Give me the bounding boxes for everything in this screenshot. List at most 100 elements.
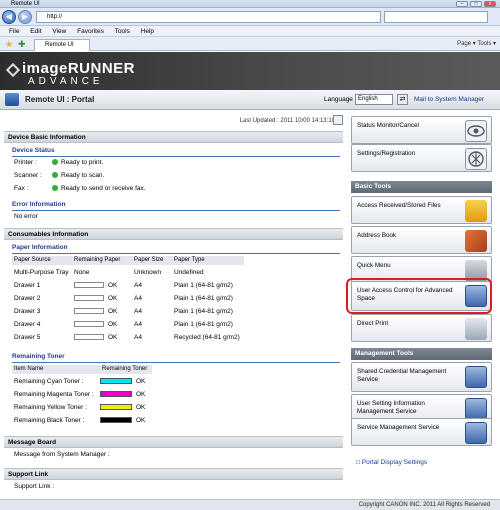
col-paper-size: Paper Size [134,257,164,263]
close-button[interactable]: x [484,1,496,7]
paper-level-bar [74,282,104,288]
status-monitor-button[interactable]: Status Monitor/Cancel [351,116,492,144]
status-scanner: Ready to scan. [52,172,104,180]
address-book-button[interactable]: Address Book [351,226,492,254]
status-label-scanner: Scanner : [14,172,42,179]
main-content: Last Updated : 2011 10/00 14:13:10 Devic… [4,112,343,505]
refresh-button[interactable] [333,115,343,125]
favorites-star-icon[interactable]: ★ [5,39,13,50]
paper-type: Plain 1 (64-81 g/m2) [174,295,233,302]
window-title: Remote UI [11,1,40,7]
service-management-button[interactable]: Service Management Service [351,418,492,446]
col-remaining-paper: Remaining Paper [74,257,121,263]
portal-header: Remote UI : Portal Language English ⇄ Ma… [0,90,500,110]
error-info-value: No error [14,213,38,220]
paper-remaining: OK [108,308,118,315]
menu-view[interactable]: View [52,28,66,35]
device-status-heading: Device Status [12,146,340,157]
menu-favorites[interactable]: Favorites [77,28,104,35]
menu-edit[interactable]: Edit [30,28,41,35]
toner-name: Remaining Black Toner : [14,417,85,424]
menu-help[interactable]: Help [141,28,154,35]
settings-registration-button[interactable]: Settings/Registration [351,144,492,172]
mail-to-system-manager-link[interactable]: Mail to System Manager [414,96,484,103]
search-input[interactable] [384,11,488,23]
toner-level-bar [100,391,132,397]
back-arrow-icon: ◀ [5,12,13,21]
paper-type: Recycled (64-81 g/m2) [174,334,240,341]
error-info-heading: Error Information [12,200,340,211]
toner-status: OK [136,391,146,398]
status-monitor-icon [465,120,487,142]
section-device-basic: Device Basic Information [4,131,343,143]
tab-tools[interactable]: Page ▾ Tools ▾ [457,39,496,49]
status-printer: Ready to print. [52,159,103,167]
ok-status-icon [52,172,58,178]
product-banner: imageRUNNER ADVANCE [0,52,500,90]
status-fax: Ready to send or receive fax. [52,185,146,193]
access-files-button[interactable]: Access Received/Stored Files [351,196,492,224]
monitor-icon [465,422,487,444]
toner-name: Remaining Magenta Toner : [14,391,94,398]
menu-tools[interactable]: Tools [115,28,130,35]
paper-size: A4 [134,308,142,315]
toner-name: Remaining Cyan Toner : [14,378,84,385]
minimize-button[interactable]: – [456,1,468,7]
support-link-label: Support Link : [14,483,55,490]
browser-tab[interactable]: Remote UI [34,39,90,51]
language-apply-button[interactable]: ⇄ [397,94,408,105]
language-label: Language [324,96,353,103]
paper-info-heading: Paper Information [12,243,340,254]
paper-size: A4 [134,321,142,328]
logo-main: imageRUNNER [22,60,136,77]
url-input[interactable]: http:// [36,11,381,23]
address-book-icon [465,230,487,252]
toner-status: OK [136,404,146,411]
section-support-link: Support Link [4,468,343,480]
canon-logo-icon [5,62,21,78]
portal-display-settings-link[interactable]: □ Portal Display Settings [356,459,427,467]
paper-size: A4 [134,295,142,302]
logo-sub: ADVANCE [28,76,104,87]
remote-ui-icon [5,93,19,106]
paper-source: Drawer 3 [14,308,41,315]
paper-remaining: OK [108,295,118,302]
status-label-printer: Printer : [14,159,37,166]
toner-level-bar [100,404,132,410]
paper-remaining: OK [108,321,118,328]
toner-status: OK [136,378,146,385]
footer: Copyright CANON INC. 2011 All Rights Res… [0,499,500,510]
toner-name: Remaining Yellow Toner : [14,404,87,411]
paper-source: Drawer 1 [14,282,41,289]
basic-tools-heading: Basic Tools [351,181,492,193]
management-tools-heading: Management Tools [351,348,492,360]
monitor-icon [465,366,487,388]
language-select[interactable]: English [355,94,393,105]
paper-source: Drawer 4 [14,321,41,328]
paper-type: Plain 1 (64-81 g/m2) [174,308,233,315]
maximize-button[interactable]: □ [470,1,482,7]
forward-button[interactable]: ▶ [18,10,32,24]
paper-level-bar [74,334,104,340]
settings-icon [465,148,487,170]
ok-status-icon [52,185,58,191]
section-message-board: Message Board [4,436,343,448]
back-button[interactable]: ◀ [2,10,16,24]
paper-table-header: Paper Source Remaining Paper Paper Size … [12,256,244,265]
toner-status: OK [136,417,146,424]
shared-credential-button[interactable]: Shared Credential Management Service [351,362,492,392]
direct-print-button[interactable]: Direct Print [351,314,492,342]
paper-size: Unknown [134,269,162,276]
paper-source: Multi-Purpose Tray [14,269,69,276]
menu-file[interactable]: File [9,28,19,35]
paper-size: A4 [134,334,142,341]
remaining-toner-heading: Remaining Toner [12,352,340,363]
col-item-name: Item Name [14,366,44,372]
ok-status-icon [52,159,58,165]
paper-type: Plain 1 (64-81 g/m2) [174,282,233,289]
window-title-bar: Remote UI – □ x [0,0,500,8]
tab-bar: ★ ✚ Remote UI Page ▾ Tools ▾ [0,37,500,51]
highlight-box [346,278,492,314]
message-from-manager: Message from System Manager : [14,451,110,458]
add-favorite-icon[interactable]: ✚ [18,39,26,50]
